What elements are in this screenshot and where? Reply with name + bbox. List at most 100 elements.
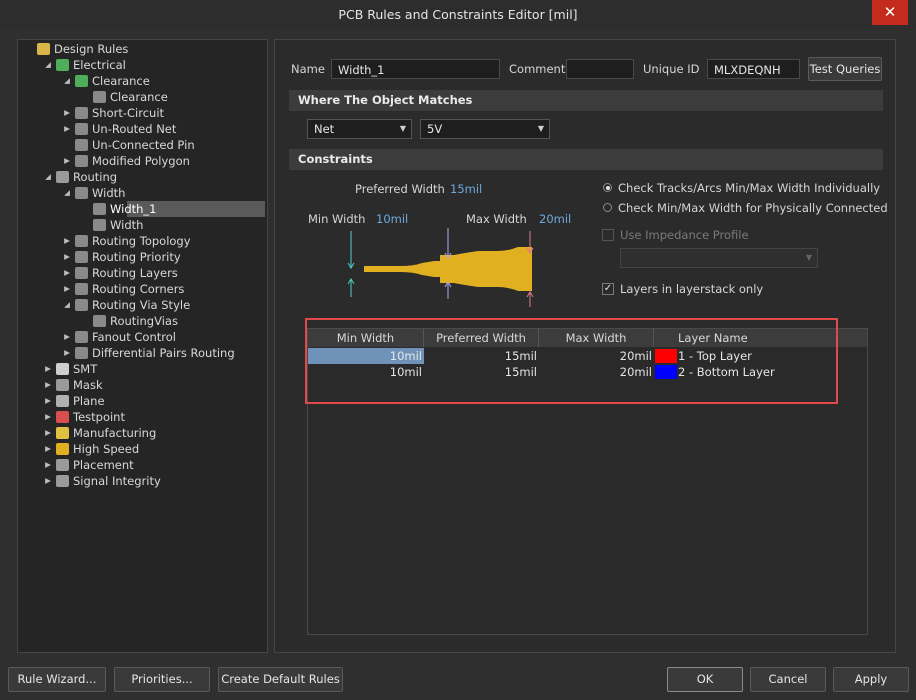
tree-item[interactable]: Width (18, 217, 265, 233)
check-connected-radio[interactable] (603, 203, 612, 212)
expand-icon[interactable]: ▶ (43, 361, 53, 377)
expand-icon[interactable]: ▶ (62, 105, 72, 121)
expand-icon[interactable]: ▶ (62, 281, 72, 297)
name-field[interactable]: Width_1 (331, 59, 500, 79)
tree-item[interactable]: ▶ Short-Circuit (18, 105, 265, 121)
highlight-box (305, 318, 838, 404)
expand-icon[interactable]: ▶ (62, 265, 72, 281)
expand-icon[interactable]: ▶ (43, 377, 53, 393)
tree-item[interactable]: Clearance (18, 89, 265, 105)
tree-item[interactable]: ◢ Electrical (18, 57, 265, 73)
electrical-rule-icon (56, 59, 69, 71)
ok-button[interactable]: OK (667, 667, 743, 692)
tree-item[interactable]: ▶ Signal Integrity (18, 473, 265, 489)
clearance-rule-icon (75, 75, 88, 87)
impedance-profile-select[interactable]: ▼ (620, 248, 818, 268)
match-type-select[interactable]: Net ▼ (307, 119, 412, 139)
create-default-rules-button[interactable]: Create Default Rules (218, 667, 343, 692)
tree-item[interactable]: ▶ Differential Pairs Routing (18, 345, 265, 361)
close-button[interactable]: ✕ (872, 0, 908, 25)
comment-field[interactable] (566, 59, 634, 79)
rules-tree[interactable]: Design Rules ◢ Electrical ◢ Clearance Clearan… (17, 39, 268, 653)
layers-in-stack-checkbox[interactable]: ✓ (602, 283, 614, 295)
expand-icon[interactable]: ▶ (43, 457, 53, 473)
use-impedance-label[interactable]: Use Impedance Profile (620, 228, 749, 242)
tree-item[interactable]: ▶ Placement (18, 457, 265, 473)
expand-icon[interactable]: ▶ (43, 473, 53, 489)
check-connected-label[interactable]: Check Min/Max Width for Physically Conne… (618, 201, 888, 215)
tree-item[interactable]: Design Rules (18, 41, 265, 57)
chevron-down-icon: ▼ (805, 253, 812, 262)
tree-item-label: Routing Layers (92, 266, 178, 280)
min-width-value[interactable]: 10mil (376, 212, 408, 226)
tree-item[interactable]: ▶ Manufacturing (18, 425, 265, 441)
tree-item-label: Routing (73, 170, 118, 184)
tree-item-label: Routing Topology (92, 234, 191, 248)
tree-item[interactable]: ▶ High Speed (18, 441, 265, 457)
rule-icon (75, 331, 88, 343)
tree-item[interactable]: ▶ Routing Layers (18, 265, 265, 281)
collapse-icon[interactable]: ◢ (62, 297, 72, 313)
testpoint-icon (56, 411, 69, 423)
where-object-matches-header: Where The Object Matches (289, 90, 883, 111)
collapse-icon[interactable]: ◢ (62, 73, 72, 89)
expand-icon[interactable]: ▶ (62, 121, 72, 137)
tree-item[interactable]: RoutingVias (18, 313, 265, 329)
expand-icon[interactable]: ▶ (62, 329, 72, 345)
rule-icon (75, 283, 88, 295)
expand-icon[interactable]: ▶ (43, 393, 53, 409)
expand-icon[interactable]: ▶ (43, 441, 53, 457)
apply-button[interactable]: Apply (833, 667, 909, 692)
match-value-select[interactable]: 5V ▼ (420, 119, 550, 139)
tree-item[interactable]: ▶ SMT (18, 361, 265, 377)
check-individually-label[interactable]: Check Tracks/Arcs Min/Max Width Individu… (618, 181, 880, 195)
tree-item[interactable]: ▶ Testpoint (18, 409, 265, 425)
design-rules-icon (37, 43, 50, 55)
tree-item[interactable]: ▶ Routing Topology (18, 233, 265, 249)
rule-icon (75, 251, 88, 263)
collapse-icon[interactable]: ◢ (43, 169, 53, 185)
tree-item-label: Fanout Control (92, 330, 176, 344)
layers-in-stack-label[interactable]: Layers in layerstack only (620, 282, 763, 296)
tree-item[interactable]: ◢ Routing (18, 169, 265, 185)
rule-wizard-button[interactable]: Rule Wizard... (8, 667, 106, 692)
tree-item[interactable]: ▶ Fanout Control (18, 329, 265, 345)
tree-item-label: Width (92, 186, 126, 200)
test-queries-button[interactable]: Test Queries (808, 57, 882, 81)
tree-item-label: Placement (73, 458, 134, 472)
tree-item[interactable]: Width_1 (93, 201, 265, 217)
tree-item[interactable]: ▶ Plane (18, 393, 265, 409)
priorities-button[interactable]: Priorities... (114, 667, 210, 692)
expand-icon[interactable]: ▶ (62, 249, 72, 265)
expand-icon[interactable]: ▶ (43, 409, 53, 425)
tree-item-label: Mask (73, 378, 103, 392)
tree-item[interactable]: ▶ Routing Corners (18, 281, 265, 297)
tree-item[interactable]: ▶ Routing Priority (18, 249, 265, 265)
use-impedance-checkbox[interactable] (602, 229, 614, 241)
tree-item-label: Plane (73, 394, 105, 408)
expand-icon[interactable]: ▶ (62, 345, 72, 361)
rule-icon (93, 91, 106, 103)
tree-item[interactable]: ▶ Un-Routed Net (18, 121, 265, 137)
expand-icon[interactable]: ▶ (62, 153, 72, 169)
tree-item[interactable]: ◢ Width (18, 185, 265, 201)
tree-item[interactable]: ▶ Modified Polygon (18, 153, 265, 169)
tree-item-label: Manufacturing (73, 426, 157, 440)
tree-item-label: Clearance (92, 74, 150, 88)
collapse-icon[interactable]: ◢ (62, 185, 72, 201)
tree-item[interactable]: ▶ Mask (18, 377, 265, 393)
tree-item[interactable]: Un-Connected Pin (18, 137, 265, 153)
expand-icon[interactable]: ▶ (62, 233, 72, 249)
rule-icon (75, 139, 88, 151)
max-width-value[interactable]: 20mil (539, 212, 571, 226)
cancel-button[interactable]: Cancel (750, 667, 826, 692)
preferred-width-value[interactable]: 15mil (450, 182, 482, 196)
tree-item[interactable]: ◢ Routing Via Style (18, 297, 265, 313)
tree-item-label: Short-Circuit (92, 106, 165, 120)
expand-icon[interactable]: ▶ (43, 425, 53, 441)
tree-item-label: Width_1 (110, 202, 157, 216)
check-individually-radio[interactable] (603, 183, 612, 192)
unique-id-field[interactable]: MLXDEQNH (707, 59, 800, 79)
collapse-icon[interactable]: ◢ (43, 57, 53, 73)
tree-item[interactable]: ◢ Clearance (18, 73, 265, 89)
